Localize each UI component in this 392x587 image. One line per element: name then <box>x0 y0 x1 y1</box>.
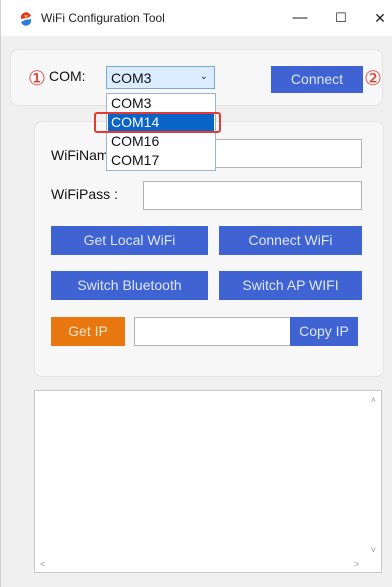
app-logo-icon <box>20 12 32 26</box>
com-select[interactable]: COM3 ⌄ <box>106 66 215 89</box>
com-option-com16[interactable]: COM16 <box>108 132 214 151</box>
ip-field[interactable] <box>134 317 292 346</box>
log-textarea[interactable]: ˄ ˅ < > <box>34 390 382 573</box>
com-option-com17[interactable]: COM17 <box>108 151 214 170</box>
scroll-down-icon[interactable]: ˅ <box>371 545 376 555</box>
wifi-name-label: WiFiNam <box>51 147 109 163</box>
maximize-button[interactable]: ☐ <box>326 6 356 30</box>
connect-wifi-button[interactable]: Connect WiFi <box>219 226 362 255</box>
window-title: WiFi Configuration Tool <box>41 11 165 25</box>
connect-button[interactable]: Connect <box>271 66 363 93</box>
annotation-marker-2: ② <box>364 66 382 90</box>
get-local-wifi-button[interactable]: Get Local WiFi <box>51 226 208 255</box>
wifi-name-input[interactable] <box>211 139 362 168</box>
annotation-marker-1: ① <box>28 66 46 90</box>
title-bar: WiFi Configuration Tool — ☐ ✕ <box>1 0 392 36</box>
wifi-pass-label: WiFiPass : <box>51 186 118 202</box>
minimize-button[interactable]: — <box>285 6 315 30</box>
highlight-box <box>94 112 221 133</box>
switch-bluetooth-button[interactable]: Switch Bluetooth <box>51 271 208 300</box>
chevron-down-icon: ⌄ <box>199 71 208 82</box>
scroll-left-icon[interactable]: < <box>40 559 45 569</box>
com-selected-value: COM3 <box>111 70 152 86</box>
switch-ap-wifi-button[interactable]: Switch AP WIFI <box>219 271 362 300</box>
wifi-pass-input[interactable] <box>143 181 362 210</box>
copy-ip-button[interactable]: Copy IP <box>290 317 358 346</box>
get-ip-button[interactable]: Get IP <box>51 317 125 346</box>
com-option-com3[interactable]: COM3 <box>108 94 214 113</box>
app-window: WiFi Configuration Tool — ☐ ✕ ① COM: COM… <box>0 0 392 587</box>
scroll-up-icon[interactable]: ˄ <box>371 395 376 405</box>
com-label: COM: <box>49 68 86 84</box>
scroll-right-icon[interactable]: > <box>354 559 359 569</box>
close-button[interactable]: ✕ <box>365 6 392 30</box>
